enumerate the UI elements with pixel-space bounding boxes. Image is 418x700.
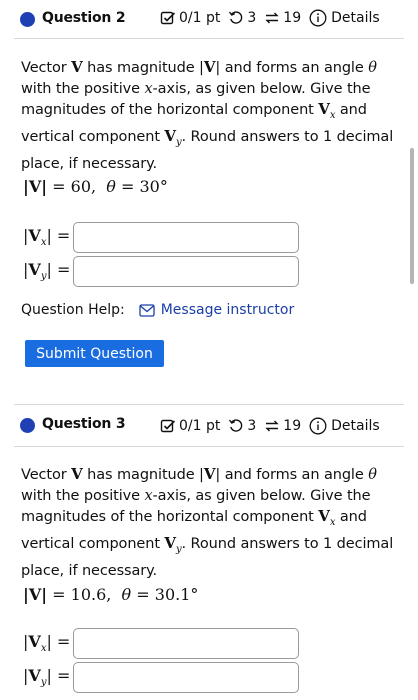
answer-label-vy: |Vy| = [23,665,71,689]
vector-symbol: V [164,534,176,553]
question-divider [14,404,404,405]
swap-arrows-icon [265,12,279,24]
answer-input-vy[interactable] [73,255,299,287]
header-divider [14,446,404,447]
message-instructor-link[interactable]: Message instructor [139,302,295,318]
message-instructor-label: Message instructor [160,302,295,318]
question-text-part: Vector [21,467,72,483]
vector-symbol: V [71,465,83,483]
question-title: Question 2 [42,10,126,26]
retries: 3 [228,418,256,434]
answer-row-vx: |Vx| = [23,221,299,253]
scrollbar[interactable] [410,148,414,284]
angle-label: θ [106,177,116,196]
question-help: Question Help: Message instructor [21,302,294,318]
theta-symbol: θ [368,467,377,483]
question-text-part: has magnitude | [82,467,204,483]
x-symbol: x [144,487,153,504]
question-status-dot [20,12,35,27]
magnitude-label: |V| [23,585,48,604]
answer-input-vx[interactable] [73,627,299,659]
details-label: Details [331,418,380,434]
question-text-part: Vector [21,60,72,76]
magnitude-label: |V| [23,177,48,196]
vector-symbol: V [318,507,330,525]
attempts: 19 [264,10,301,26]
vector-symbol: V [203,465,216,483]
question-text: Vector V has magnitude |V| and forms an … [21,464,396,581]
question-text-part: | and forms an angle [215,60,369,76]
vector-symbol: V [164,127,176,146]
score-value: 0/1 pt [179,10,221,26]
details-label: Details [331,10,380,26]
question-text-part: has magnitude | [82,60,204,76]
swap-arrows-icon [265,420,279,432]
answer-row-vy: |Vy| = [23,661,299,693]
header-divider [14,38,404,39]
answer-input-vx[interactable] [73,221,299,253]
magnitude-value: = 60, [52,177,97,196]
answer-label-vy: |Vy| = [23,259,71,283]
x-symbol: x [144,80,153,97]
answer-row-vx: |Vx| = [23,627,299,659]
checkbox-pencil-icon [160,11,176,25]
retries: 3 [228,10,256,26]
question-text-part: | and forms an angle [215,467,369,483]
score: 0/1 pt [160,418,220,434]
answer-row-vy: |Vy| = [23,255,299,287]
answer-input-vy[interactable] [73,661,299,693]
retries-value: 3 [247,418,257,434]
angle-value: = 30.1° [136,585,199,604]
question-help-label: Question Help: [21,302,125,318]
question-header: Question 2 0/1 pt 3 19 Details [0,0,418,40]
details-button[interactable]: Details [309,417,380,435]
info-circle-icon [309,417,327,435]
magnitude-value: = 10.6, [52,585,112,604]
theta-symbol: θ [368,60,377,76]
score: 0/1 pt [160,10,220,26]
question-text-part: with the positive [21,80,145,97]
angle-value: = 30° [121,177,168,196]
info-circle-icon [309,9,327,27]
question-title: Question 3 [42,416,126,432]
vector-symbol: V [318,100,330,118]
checkbox-pencil-icon [160,419,176,433]
answer-label-vx: |Vx| = [23,631,71,655]
question-status-dot [20,418,35,433]
retries-value: 3 [247,10,257,26]
question-text-part: with the positive [21,487,145,504]
given-values: |V| = 10.6, θ = 30.1° [23,585,198,604]
score-value: 0/1 pt [179,418,221,434]
mail-icon [139,303,155,317]
question-meta: 0/1 pt 3 19 Details [160,9,380,27]
details-button[interactable]: Details [309,9,380,27]
question-text: Vector V has magnitude |V| and forms an … [21,57,396,174]
attempts-value: 19 [283,10,302,26]
vector-symbol: V [203,58,216,76]
retry-arrow-icon [229,419,243,432]
question-header: Question 3 0/1 pt 3 19 Details [0,406,418,446]
answer-label-vx: |Vx| = [23,225,71,249]
retry-arrow-icon [229,11,243,24]
submit-question-button[interactable]: Submit Question [25,340,164,367]
attempts: 19 [264,418,301,434]
given-values: |V| = 60, θ = 30° [23,177,168,196]
vector-symbol: V [71,58,83,76]
attempts-value: 19 [283,418,302,434]
question-meta: 0/1 pt 3 19 Details [160,417,380,435]
angle-label: θ [121,585,132,604]
